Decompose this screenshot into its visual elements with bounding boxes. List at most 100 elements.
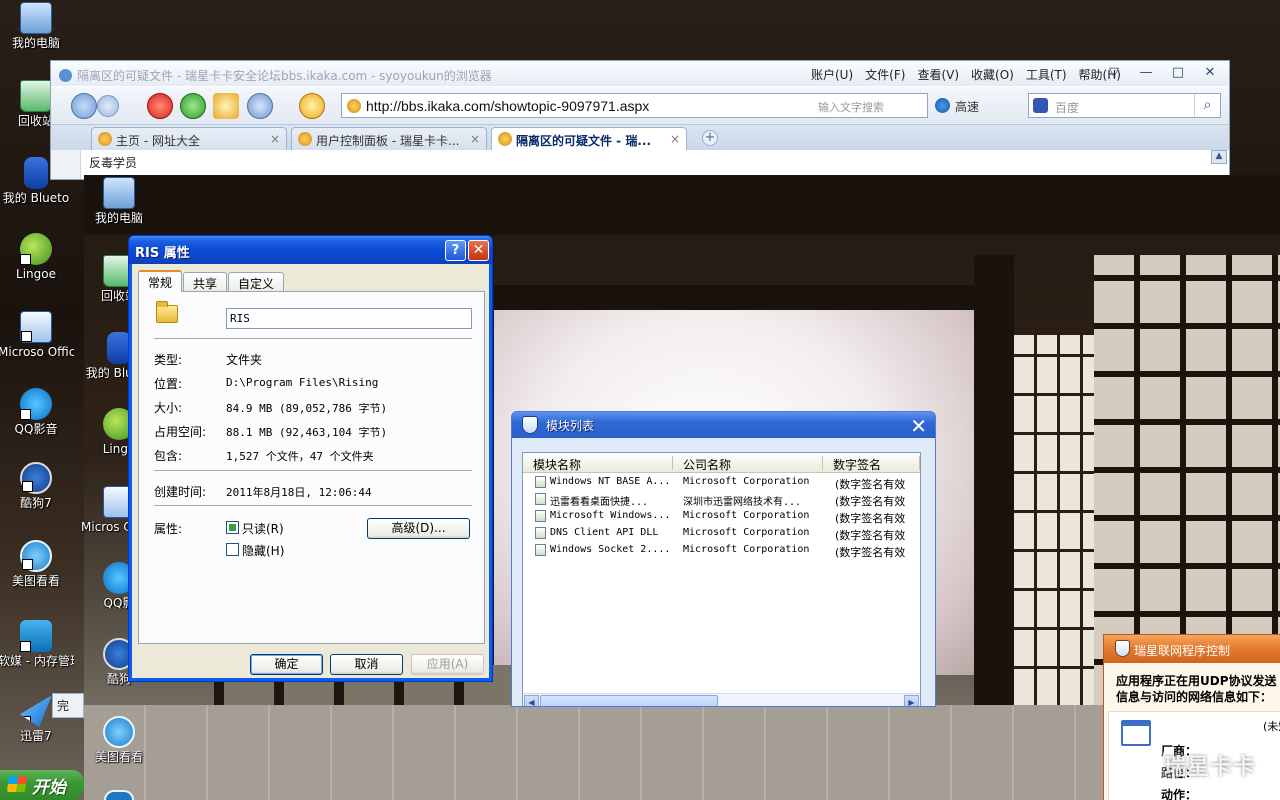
close-button[interactable]: ✕ xyxy=(468,240,489,261)
tab-custom[interactable]: 自定义 xyxy=(228,272,285,292)
help-button[interactable]: ? xyxy=(445,240,466,261)
sidebar-toggle[interactable] xyxy=(51,150,81,179)
search-input[interactable]: 百度 ⌕ xyxy=(1028,93,1221,118)
column-header-company[interactable]: 公司名称 xyxy=(673,456,823,472)
back-button[interactable] xyxy=(71,93,97,119)
address-bar[interactable]: http://bbs.ikaka.com/showtopic-9097971.a… xyxy=(341,93,928,118)
menu-view[interactable]: 查看(V) xyxy=(917,66,959,83)
company-cell: Microsoft Corporation xyxy=(683,527,810,538)
folder-name-field[interactable]: RIS xyxy=(226,308,472,329)
properties-title-bar[interactable]: RIS 属性 ? ✕ xyxy=(129,236,492,264)
tab-label: 用户控制面板 - 瑞星卡卡... xyxy=(316,134,460,148)
table-row[interactable]: Windows NT BASE A... Microsoft Corporatio… xyxy=(523,474,920,491)
search-icon[interactable]: ⌕ xyxy=(1194,94,1220,117)
horizontal-scrollbar[interactable]: ◀ ▶ xyxy=(523,693,920,706)
desktop-icon[interactable]: 我的电脑 xyxy=(81,177,157,225)
browser-window: 隔离区的可疑文件 - 瑞星卡卡安全论坛bbs.ikaka.com - syoyo… xyxy=(50,60,1230,180)
forward-button[interactable] xyxy=(97,95,119,117)
home-icon[interactable] xyxy=(213,93,239,119)
refresh-icon[interactable] xyxy=(180,93,206,119)
desktop-icon[interactable]: QQ影音 xyxy=(0,388,74,436)
tab-sharing[interactable]: 共享 xyxy=(183,272,228,292)
maximize-button[interactable]: □ xyxy=(1163,64,1193,82)
signature-cell: (数字签名有效 xyxy=(835,546,906,559)
undo-close-icon[interactable] xyxy=(247,93,273,119)
signature-cell: (数字签名有效 xyxy=(835,512,906,525)
tab-quarantine-topic[interactable]: 隔离区的可疑文件 - 瑞... × xyxy=(491,127,687,151)
ok-button[interactable]: 确定 xyxy=(250,654,323,675)
advanced-button[interactable]: 高级(D)... xyxy=(367,518,470,539)
location-value: D:\Program Files\Rising xyxy=(226,376,379,389)
skin-icon[interactable]: ▽ xyxy=(1099,64,1129,82)
readonly-checkbox[interactable] xyxy=(226,521,239,534)
apply-button[interactable]: 应用(A) xyxy=(411,654,484,675)
menu-file[interactable]: 文件(F) xyxy=(865,66,905,83)
desktop-icon[interactable]: 酷狗7 xyxy=(0,462,74,510)
desktop-icon[interactable]: 美图看看 xyxy=(81,716,157,764)
stop-icon[interactable] xyxy=(147,93,173,119)
page-text: 反毒学员 xyxy=(89,156,138,170)
type-label: 类型: xyxy=(154,353,183,367)
tab-close-icon[interactable]: × xyxy=(470,132,480,146)
desktop-icon-label: 美图看看 xyxy=(11,575,60,588)
signature-cell: (数字签名有效 xyxy=(835,478,906,491)
close-button[interactable]: ✕ xyxy=(1195,64,1225,82)
address-search-hint: 输入文字搜索 xyxy=(818,101,884,114)
cancel-button[interactable]: 取消 xyxy=(330,654,403,675)
desktop-icon-label: QQ影音 xyxy=(14,423,58,436)
tab-home[interactable]: 主页 - 网址大全 × xyxy=(91,127,287,151)
tab-label: 隔离区的可疑文件 - 瑞... xyxy=(516,134,652,148)
column-header-module[interactable]: 模块名称 xyxy=(523,456,673,472)
new-tab-button[interactable]: + xyxy=(702,130,718,146)
speed-mode-button[interactable]: 高速 xyxy=(933,93,1013,118)
scroll-left-arrow[interactable]: ◀ xyxy=(524,695,539,706)
meitu-icon xyxy=(20,540,52,572)
close-icon[interactable]: ✕ xyxy=(910,414,927,438)
hidden-checkbox[interactable] xyxy=(226,543,239,556)
table-row[interactable]: Windows Socket 2.... Microsoft Corporatio… xyxy=(523,542,920,559)
browser-title: 隔离区的可疑文件 - 瑞星卡卡安全论坛bbs.ikaka.com - syoyo… xyxy=(77,69,492,83)
desktop-icon-label: 我的电脑 xyxy=(94,212,143,225)
module-list-title-bar[interactable]: 模块列表 ✕ xyxy=(512,412,935,438)
column-header-signature[interactable]: 数字签名 xyxy=(823,456,920,472)
tab-general[interactable]: 常规 xyxy=(138,270,183,292)
signature-cell: (数字签名有效 xyxy=(835,495,906,508)
properties-dialog: RIS 属性 ? ✕ 常规 共享 自定义 RIS 类型: 文件夹 位置: D:\… xyxy=(128,235,493,682)
desktop-icon[interactable]: Lingoe xyxy=(0,233,74,281)
start-button[interactable]: 开始 xyxy=(0,770,84,800)
tab-user-panel[interactable]: 用户控制面板 - 瑞星卡卡... × xyxy=(291,127,487,151)
browser-title-bar: 隔离区的可疑文件 - 瑞星卡卡安全论坛bbs.ikaka.com - syoyo… xyxy=(51,61,1229,86)
desktop-icon[interactable]: 软媒 - 内存管理 xyxy=(0,620,74,668)
menu-favorites[interactable]: 收藏(O) xyxy=(971,66,1014,83)
menu-tools[interactable]: 工具(T) xyxy=(1026,66,1067,83)
home-tab-icon xyxy=(98,132,112,146)
tab-close-icon[interactable]: × xyxy=(270,132,280,146)
desktop-icon[interactable]: 美图看看 xyxy=(0,540,74,588)
scroll-up-arrow[interactable]: ▲ xyxy=(1211,150,1227,164)
desktop-icon[interactable]: Microso Office W xyxy=(0,311,74,359)
module-name-cell: Windows Socket 2.... xyxy=(550,544,670,555)
module-file-icon xyxy=(535,544,546,556)
favorites-star-icon[interactable] xyxy=(299,93,325,119)
table-row[interactable]: 迅雷看看桌面快捷... 深圳市迅雷网络技术有... (数字签名有效 xyxy=(523,491,920,508)
tab-favicon-icon xyxy=(498,132,512,146)
hidden-label[interactable]: 隐藏(H) xyxy=(242,542,284,559)
menu-account[interactable]: 账户(U) xyxy=(811,66,853,83)
module-name-cell: Windows NT BASE A... xyxy=(550,476,670,487)
desktop-icon[interactable]: 我的电脑 xyxy=(0,2,74,50)
unknown-text: (未知 xyxy=(1263,720,1280,733)
scroll-right-arrow[interactable]: ▶ xyxy=(904,695,919,706)
browser-menu-bar: 账户(U) 文件(F) 查看(V) 收藏(O) 工具(T) 帮助(H) xyxy=(811,66,1121,83)
tab-close-icon[interactable]: × xyxy=(670,132,680,146)
readonly-label[interactable]: 只读(R) xyxy=(242,520,284,537)
wallpaper-floor xyxy=(84,705,1280,800)
table-row[interactable]: DNS Client API DLL Microsoft Corporation (… xyxy=(523,525,920,542)
wallpaper-shoji xyxy=(1014,335,1094,705)
minimize-button[interactable]: — xyxy=(1131,64,1161,82)
divider xyxy=(154,505,472,507)
general-panel: RIS 类型: 文件夹 位置: D:\Program Files\Rising … xyxy=(138,291,485,644)
scroll-thumb[interactable] xyxy=(540,695,718,706)
lingoes-icon xyxy=(20,233,52,265)
popup-message-line1: 应用程序正在用UDP协议发送 xyxy=(1116,674,1277,688)
table-row[interactable]: Microsoft Windows... Microsoft Corporatio… xyxy=(523,508,920,525)
